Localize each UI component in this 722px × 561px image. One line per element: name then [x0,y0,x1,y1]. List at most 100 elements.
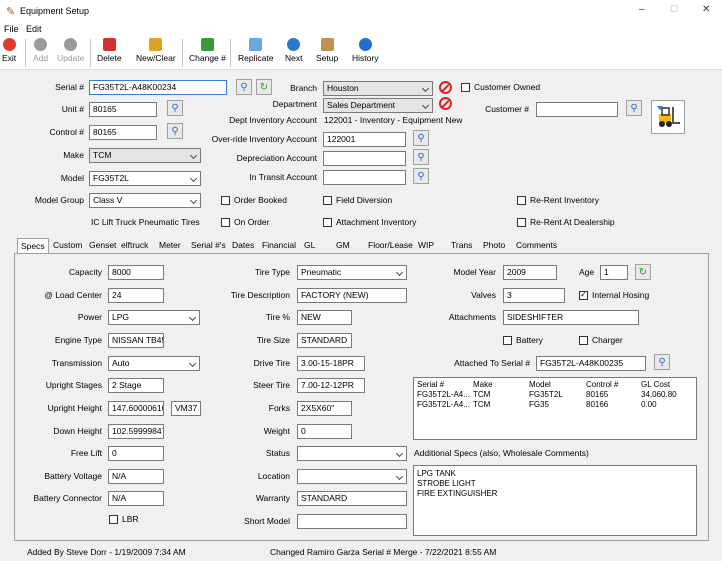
override-inventory-input[interactable]: 122001 [323,132,406,147]
valves-input[interactable]: 3 [503,288,565,303]
short-model-input[interactable] [297,514,407,529]
upright-stages-input[interactable]: 2 Stage [108,378,164,393]
attached-serial-input[interactable]: FG35T2L-A48K00235 [536,356,646,371]
grid-header-model[interactable]: Model [529,380,551,390]
rerent-dealership-checkbox[interactable]: Re-Rent At Dealership [517,217,615,227]
control-input[interactable]: 80165 [89,125,157,140]
tire-size-input[interactable]: STANDARD [297,333,352,348]
minimize-button[interactable]: – [639,4,645,15]
transmission-select[interactable]: Auto [108,356,200,371]
grid-header-control[interactable]: Control # [586,380,618,390]
add-button[interactable]: Add [33,38,48,63]
tab-custom[interactable]: Custom [50,238,85,253]
customer-input[interactable] [536,102,618,117]
model-group-select[interactable]: Class V [89,193,201,208]
tire-percent-input[interactable]: NEW [297,310,352,325]
lbr-checkbox[interactable]: LBR [109,514,139,524]
close-button[interactable]: ✕ [702,4,710,15]
serial-search-button[interactable]: ⚲ [236,79,252,95]
tab-serials[interactable]: Serial #'s [188,238,229,253]
unit-input[interactable]: 80165 [89,102,157,117]
new-clear-button[interactable]: New/Clear [136,38,176,63]
tab-photo[interactable]: Photo [480,238,508,253]
tab-trans[interactable]: Trans [448,238,475,253]
upright-code-input[interactable]: VM37 [171,401,201,416]
charger-checkbox[interactable]: Charger [579,335,623,345]
serial-input[interactable]: FG35T2L-A48K00234 [89,80,227,95]
maximize-button[interactable]: ☐ [670,4,678,15]
battery-voltage-input[interactable]: N/A [108,469,164,484]
power-select[interactable]: LPG [108,310,200,325]
tab-floor-lease[interactable]: Floor/Lease [365,238,416,253]
free-lift-input[interactable]: 0 [108,446,164,461]
depreciation-input[interactable] [323,151,406,166]
grid-header-serial[interactable]: Serial # [417,380,444,390]
forks-input[interactable]: 2X5X60" [297,401,352,416]
tire-type-select[interactable]: Pneumatic [297,265,407,280]
attached-grid[interactable]: Serial # Make Model Control # GL Cost FG… [413,377,697,440]
battery-checkbox[interactable]: Battery [503,335,543,345]
serial-refresh-button[interactable]: ↻ [256,79,272,95]
down-height-input[interactable]: 102.59999847 [108,424,164,439]
tire-description-input[interactable]: FACTORY (NEW) [297,288,407,303]
make-select[interactable]: TCM [89,148,201,163]
rerent-inventory-checkbox[interactable]: Re-Rent Inventory [517,195,599,205]
tab-gm[interactable]: GM [333,238,353,253]
tab-financial[interactable]: Financial [259,238,299,253]
department-clear-icon[interactable] [439,97,452,110]
customer-search-button[interactable]: ⚲ [626,100,642,116]
age-refresh-button[interactable]: ↻ [635,264,651,280]
tab-dates[interactable]: Dates [229,238,257,253]
field-diversion-checkbox[interactable]: Field Diversion [323,195,392,205]
tab-specs[interactable]: Specs [17,238,49,254]
delete-button[interactable]: Delete [97,38,122,63]
attachments-input[interactable]: SIDESHIFTER [503,310,639,325]
tab-meter[interactable]: Meter [156,238,184,253]
steer-tire-input[interactable]: 7.00-12-12PR [297,378,365,393]
change-number-button[interactable]: Change # [189,38,226,63]
location-select[interactable] [297,469,407,484]
model-select[interactable]: FG35T2L [89,171,201,186]
tab-elftruck[interactable]: elftruck [118,238,151,253]
menu-file[interactable]: File [4,24,19,34]
age-input[interactable]: 1 [600,265,628,280]
department-select[interactable]: Sales Department [323,98,433,113]
tab-wip[interactable]: WIP [415,238,437,253]
drive-tire-input[interactable]: 3.00-15-18PR [297,356,365,371]
battery-connector-input[interactable]: N/A [108,491,164,506]
table-row-2[interactable]: FG35T2L-A4... TCM FG35 80166 0.00 [414,400,696,410]
setup-button[interactable]: Setup [316,38,338,63]
status-select[interactable] [297,446,407,461]
next-button[interactable]: Next [285,38,302,63]
on-order-checkbox[interactable]: On Order [221,217,269,227]
depreciation-search-button[interactable]: ⚲ [413,149,429,165]
tab-genset[interactable]: Genset [86,238,119,253]
tab-gl[interactable]: GL [301,238,318,253]
customer-owned-checkbox[interactable]: Customer Owned [461,82,540,92]
weight-input[interactable]: 0 [297,424,352,439]
attachment-inventory-checkbox[interactable]: Attachment Inventory [323,217,416,227]
control-search-button[interactable]: ⚲ [167,123,183,139]
update-button[interactable]: Update [57,38,84,63]
warranty-input[interactable]: STANDARD [297,491,407,506]
model-year-input[interactable]: 2009 [503,265,557,280]
upright-height-input[interactable]: 147.60000610 [108,401,164,416]
history-button[interactable]: History [352,38,378,63]
unit-search-button[interactable]: ⚲ [167,100,183,116]
attached-search-button[interactable]: ⚲ [654,354,670,370]
table-row-1[interactable]: FG35T2L-A4... TCM FG35T2L 80165 34,060.8… [414,390,696,400]
tab-comments[interactable]: Comments [513,238,560,253]
branch-select[interactable]: Houston [323,81,433,96]
override-search-button[interactable]: ⚲ [413,130,429,146]
transit-input[interactable] [323,170,406,185]
grid-header-make[interactable]: Make [473,380,493,390]
transit-search-button[interactable]: ⚲ [413,168,429,184]
engine-type-input[interactable]: NISSAN TB45 [108,333,164,348]
replicate-button[interactable]: Replicate [238,38,273,63]
capacity-input[interactable]: 8000 [108,265,164,280]
order-booked-checkbox[interactable]: Order Booked [221,195,287,205]
exit-button[interactable]: Exit [2,38,16,63]
load-center-input[interactable]: 24 [108,288,164,303]
internal-hosing-checkbox[interactable]: ✓ Internal Hosing [579,290,649,300]
additional-specs-textarea[interactable]: LPG TANK STROBE LIGHT FIRE EXTINGUISHER [413,465,697,536]
